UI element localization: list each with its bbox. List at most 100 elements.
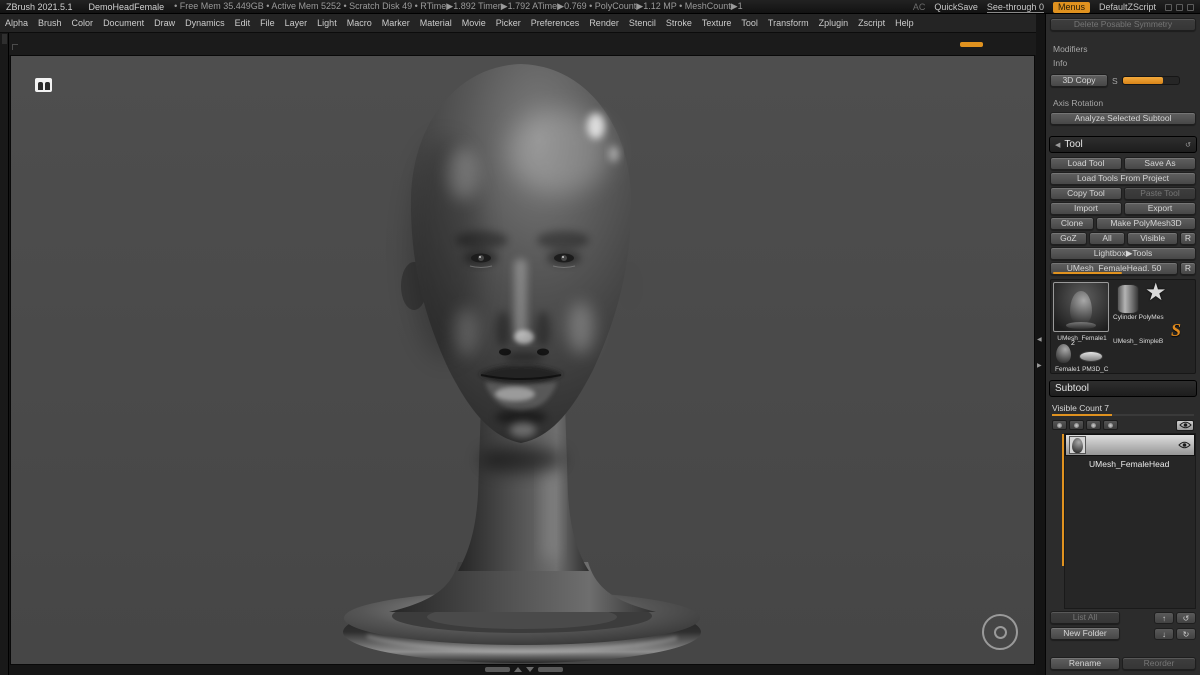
- list-all-button[interactable]: List All: [1050, 611, 1120, 624]
- window-icon-3[interactable]: [1187, 3, 1194, 11]
- divider-expand-right-icon[interactable]: ▶: [1037, 362, 1042, 369]
- menu-layer[interactable]: Layer: [280, 18, 313, 28]
- rotate-cw-button[interactable]: ↻: [1176, 627, 1196, 640]
- new-folder-button[interactable]: New Folder: [1050, 627, 1120, 640]
- panel-divider[interactable]: ◀ ▶: [1036, 14, 1045, 675]
- 3d-copy-button[interactable]: 3D Copy: [1050, 74, 1108, 87]
- tool-collapse-icon[interactable]: ◀: [1055, 141, 1060, 149]
- scroll-segment-left[interactable]: [485, 667, 510, 672]
- quicksave-button[interactable]: QuickSave: [934, 2, 978, 12]
- subtool-item-thumbnail[interactable]: [1069, 436, 1086, 454]
- menu-document[interactable]: Document: [98, 18, 149, 28]
- camera-nav-circle-icon[interactable]: [982, 614, 1018, 650]
- menu-light[interactable]: Light: [312, 18, 342, 28]
- menu-color[interactable]: Color: [67, 18, 99, 28]
- menu-texture[interactable]: Texture: [697, 18, 737, 28]
- active-tool-button[interactable]: UMesh_FemaleHead. 50: [1050, 262, 1178, 275]
- subtool-toggle-4[interactable]: [1103, 420, 1118, 430]
- subtool-toggle-1[interactable]: [1052, 420, 1067, 430]
- active-tool-r-button[interactable]: R: [1180, 262, 1196, 275]
- menu-stroke[interactable]: Stroke: [661, 18, 697, 28]
- make-polymesh3d-button[interactable]: Make PolyMesh3D: [1096, 217, 1196, 230]
- menu-picker[interactable]: Picker: [491, 18, 526, 28]
- copy-tool-button[interactable]: Copy Tool: [1050, 187, 1122, 200]
- menu-alpha[interactable]: Alpha: [0, 18, 33, 28]
- tool-reset-icon[interactable]: ↺: [1185, 141, 1191, 149]
- menu-file[interactable]: File: [255, 18, 280, 28]
- goz-all-button[interactable]: All: [1088, 232, 1126, 245]
- analyze-selected-subtool-button[interactable]: Analyze Selected Subtool: [1050, 112, 1196, 125]
- reorder-button[interactable]: Reorder: [1122, 657, 1196, 670]
- menu-movie[interactable]: Movie: [457, 18, 491, 28]
- subtool-list[interactable]: UMesh_FemaleHead: [1062, 433, 1196, 609]
- menu-edit[interactable]: Edit: [230, 18, 256, 28]
- menu-help[interactable]: Help: [890, 18, 919, 28]
- window-icon-1[interactable]: [1165, 3, 1172, 11]
- thumbnail-umesh-femalehead[interactable]: [1053, 282, 1109, 332]
- goz-visible-label: Visible: [1140, 233, 1166, 243]
- subtool-toggle-3[interactable]: [1086, 420, 1101, 430]
- move-up-button[interactable]: ↑: [1154, 611, 1174, 624]
- dot-icon: [1057, 422, 1062, 428]
- lightbox-tools-button[interactable]: Lightbox▶Tools: [1050, 247, 1196, 260]
- menu-brush[interactable]: Brush: [33, 18, 67, 28]
- subtool-all-eye-button[interactable]: [1176, 419, 1194, 431]
- menu-preferences[interactable]: Preferences: [526, 18, 585, 28]
- simplebrush-logo-icon[interactable]: S: [1171, 320, 1181, 341]
- canvas-document-icon[interactable]: [35, 78, 52, 92]
- rename-button[interactable]: Rename: [1050, 657, 1120, 670]
- menu-stencil[interactable]: Stencil: [624, 18, 661, 28]
- delete-posable-symmetry-button[interactable]: Delete Posable Symmetry: [1050, 18, 1196, 31]
- visible-count-slider[interactable]: [1052, 414, 1194, 416]
- export-button[interactable]: Export: [1124, 202, 1196, 215]
- menu-transform[interactable]: Transform: [763, 18, 814, 28]
- window-controls[interactable]: [1165, 3, 1194, 11]
- menu-draw[interactable]: Draw: [149, 18, 180, 28]
- paste-tool-button[interactable]: Paste Tool: [1124, 187, 1196, 200]
- thumbnail-cylinder[interactable]: [1117, 284, 1139, 314]
- see-through-slider[interactable]: See-through 0: [986, 2, 1044, 13]
- menu-zplugin[interactable]: Zplugin: [814, 18, 854, 28]
- menu-material[interactable]: Material: [415, 18, 457, 28]
- subtool-item-selected[interactable]: [1065, 434, 1195, 456]
- subtool-toggle-2[interactable]: [1069, 420, 1084, 430]
- load-tools-from-project-button[interactable]: Load Tools From Project: [1050, 172, 1196, 185]
- window-icon-2[interactable]: [1176, 3, 1183, 11]
- scroll-down-arrow-icon[interactable]: [526, 667, 534, 672]
- menu-render[interactable]: Render: [584, 18, 624, 28]
- tool-thumbnail-palette: ★ S 2 UMesh_Female1 Cylinder PolyMes UMe…: [1050, 279, 1196, 374]
- menu-zscript[interactable]: Zscript: [853, 18, 890, 28]
- scroll-up-arrow-icon[interactable]: [514, 667, 522, 672]
- import-button[interactable]: Import: [1050, 202, 1122, 215]
- tray-drag-handle[interactable]: [960, 42, 983, 47]
- goz-visible-button[interactable]: Visible: [1127, 232, 1178, 245]
- scroll-segment-right[interactable]: [538, 667, 563, 672]
- thumbnail-pm3d-ellipse[interactable]: [1079, 351, 1103, 362]
- load-tool-button[interactable]: Load Tool: [1050, 157, 1122, 170]
- left-tray-strip[interactable]: [0, 14, 9, 675]
- save-as-button[interactable]: Save As: [1124, 157, 1196, 170]
- default-zscript-button[interactable]: DefaultZScript: [1099, 2, 1156, 12]
- rotate-ccw-button[interactable]: ↺: [1176, 611, 1196, 624]
- star-tool-icon[interactable]: ★: [1145, 278, 1167, 307]
- menu-marker[interactable]: Marker: [377, 18, 415, 28]
- s-slider[interactable]: [1121, 76, 1180, 85]
- menu-dynamics[interactable]: Dynamics: [180, 18, 230, 28]
- thumbnail-label-simpleb: UMesh_ SimpleB: [1113, 338, 1164, 345]
- menu-bar: Alpha Brush Color Document Draw Dynamics…: [0, 14, 1036, 33]
- sculpting-canvas[interactable]: [10, 55, 1035, 665]
- subtool-section-header[interactable]: Subtool: [1049, 380, 1197, 397]
- menu-macro[interactable]: Macro: [342, 18, 377, 28]
- menus-toggle-button[interactable]: Menus: [1052, 1, 1090, 13]
- goz-r-button[interactable]: R: [1180, 232, 1196, 245]
- subtool-visibility-eye-icon[interactable]: [1178, 441, 1191, 449]
- clone-button[interactable]: Clone: [1050, 217, 1094, 230]
- sculpted-head-model[interactable]: [11, 56, 1035, 665]
- tool-section-header[interactable]: ◀ Tool ↺: [1049, 136, 1197, 153]
- menu-tool[interactable]: Tool: [736, 18, 763, 28]
- divider-collapse-left-icon[interactable]: ◀: [1037, 336, 1042, 343]
- goz-button[interactable]: GoZ: [1050, 232, 1087, 245]
- thumbnail-female1-head[interactable]: [1056, 344, 1071, 363]
- move-down-button[interactable]: ↓: [1154, 627, 1174, 640]
- canvas-bottom-scrollbar[interactable]: [485, 667, 563, 672]
